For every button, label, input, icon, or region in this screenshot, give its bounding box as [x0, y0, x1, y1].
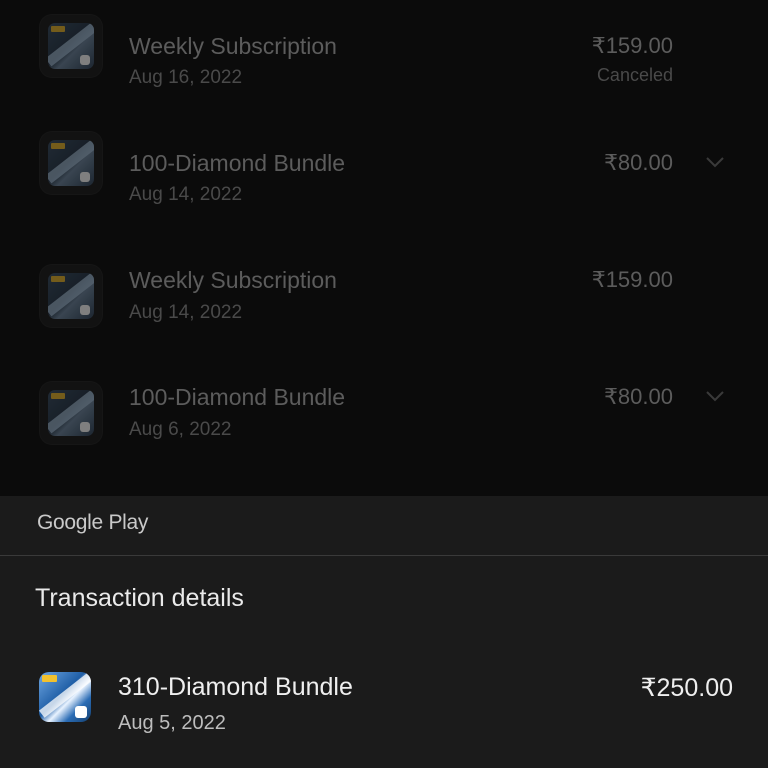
purchase-title: Weekly Subscription	[129, 267, 337, 293]
sheet-title: Transaction details	[35, 584, 244, 612]
game-app-icon	[40, 15, 102, 77]
purchase-item[interactable]: 100-Diamond Bundle Aug 14, 2022 ₹80.00	[0, 117, 768, 234]
game-app-icon	[40, 132, 102, 194]
purchase-item[interactable]: Weekly Subscription Aug 16, 2022 ₹159.00…	[0, 0, 768, 117]
transaction-price: ₹250.00	[640, 674, 733, 702]
purchase-history-list: Weekly Subscription Aug 16, 2022 ₹159.00…	[0, 0, 768, 496]
transaction-date: Aug 5, 2022	[118, 712, 226, 734]
purchase-date: Aug 16, 2022	[129, 67, 243, 88]
chevron-down-icon[interactable]	[704, 389, 726, 403]
game-app-icon	[40, 382, 102, 444]
purchase-item[interactable]: 100-Diamond Bundle Aug 6, 2022 ₹80.00	[0, 351, 768, 468]
chevron-down-icon[interactable]	[704, 155, 726, 169]
purchase-date: Aug 14, 2022	[129, 302, 243, 323]
sheet-header: Google Play	[0, 496, 768, 556]
transaction-item-name: 310-Diamond Bundle	[118, 673, 353, 701]
purchase-status: Canceled	[596, 65, 673, 85]
purchase-price: ₹159.00	[591, 33, 673, 58]
purchase-price: ₹159.00	[591, 267, 673, 292]
purchase-title: 100-Diamond Bundle	[129, 150, 346, 176]
purchase-title: Weekly Subscription	[129, 33, 337, 59]
purchase-date: Aug 14, 2022	[129, 184, 243, 205]
google-play-logo: Google Play	[37, 511, 149, 534]
purchase-price: ₹80.00	[603, 384, 673, 409]
game-app-icon	[40, 265, 102, 327]
purchase-title: 100-Diamond Bundle	[129, 384, 346, 410]
purchase-price: ₹80.00	[603, 150, 673, 175]
transaction-details-sheet: Google Play Transaction details 310-Diam…	[0, 496, 768, 768]
purchase-date: Aug 6, 2022	[129, 419, 232, 440]
purchase-item[interactable]: Weekly Subscription Aug 14, 2022 ₹159.00	[0, 234, 768, 351]
screen: Weekly Subscription Aug 16, 2022 ₹159.00…	[0, 0, 768, 768]
game-app-icon	[39, 672, 91, 722]
